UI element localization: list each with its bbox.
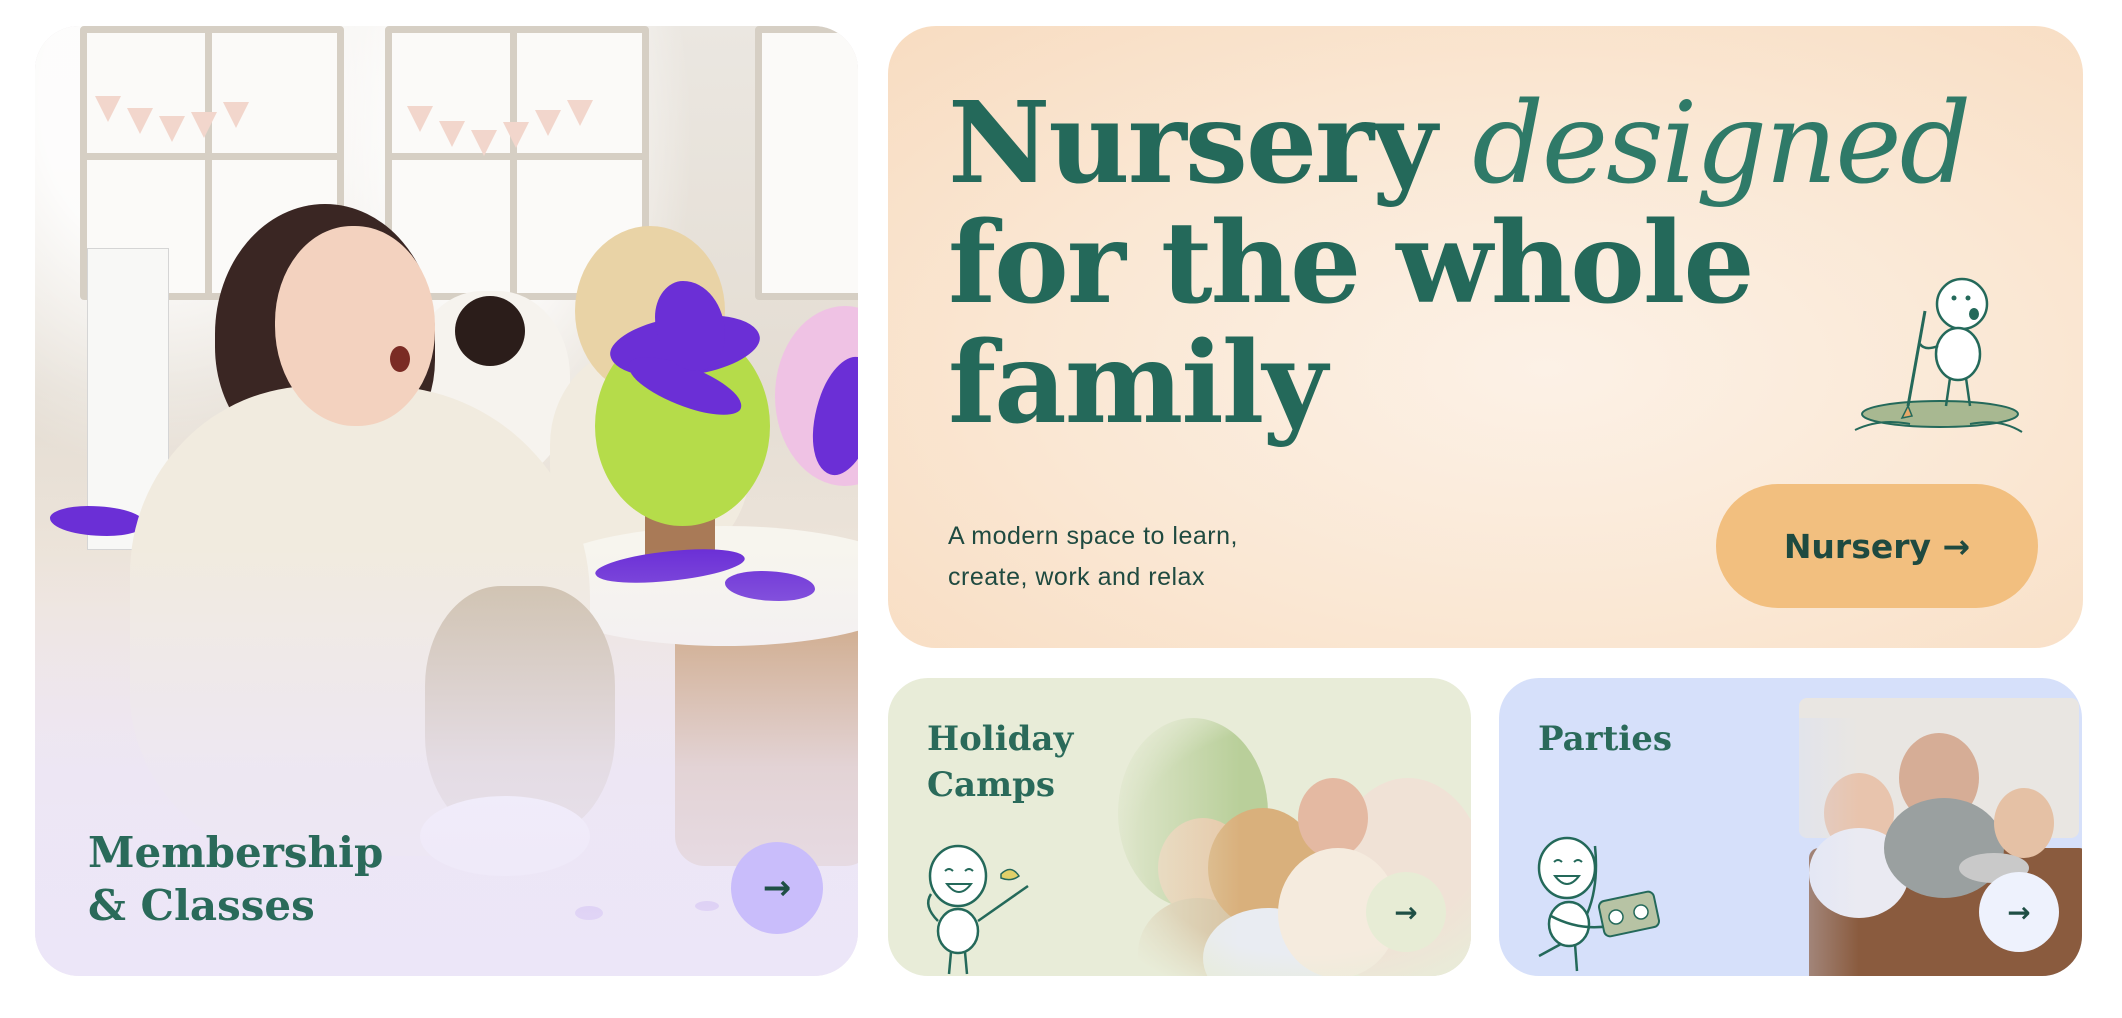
nursery-hero-card: Nursery designed for the whole family A … [888,26,2083,648]
hero-title: Nursery designed for the whole family [948,78,1971,449]
arrow-right-icon: → [1942,526,1971,566]
holiday-camps-title[interactable]: Holiday Camps [927,716,1147,808]
holiday-camps-arrow-button[interactable]: → [1366,872,1446,952]
parties-title[interactable]: Parties [1538,716,1758,762]
paddleboard-figure-illustration [1854,277,2023,433]
nursery-button[interactable]: Nursery → [1716,484,2038,608]
dancing-figure-illustration [1537,836,1661,972]
parties-card[interactable]: Parties → [1499,678,2082,976]
arrow-right-icon: → [2007,895,2031,929]
membership-title[interactable]: Membership & Classes [88,826,508,932]
singing-figure-illustration [926,844,1029,975]
membership-card[interactable]: Membership & Classes → [35,26,858,976]
arrow-right-icon: → [1394,895,1418,929]
hero-description: A modern space to learn, create, work an… [948,522,1238,591]
membership-arrow-button[interactable]: → [731,842,823,934]
parties-arrow-button[interactable]: → [1979,872,2059,952]
arrow-right-icon: → [762,868,792,908]
holiday-camps-card[interactable]: Holiday Camps → [888,678,1471,976]
